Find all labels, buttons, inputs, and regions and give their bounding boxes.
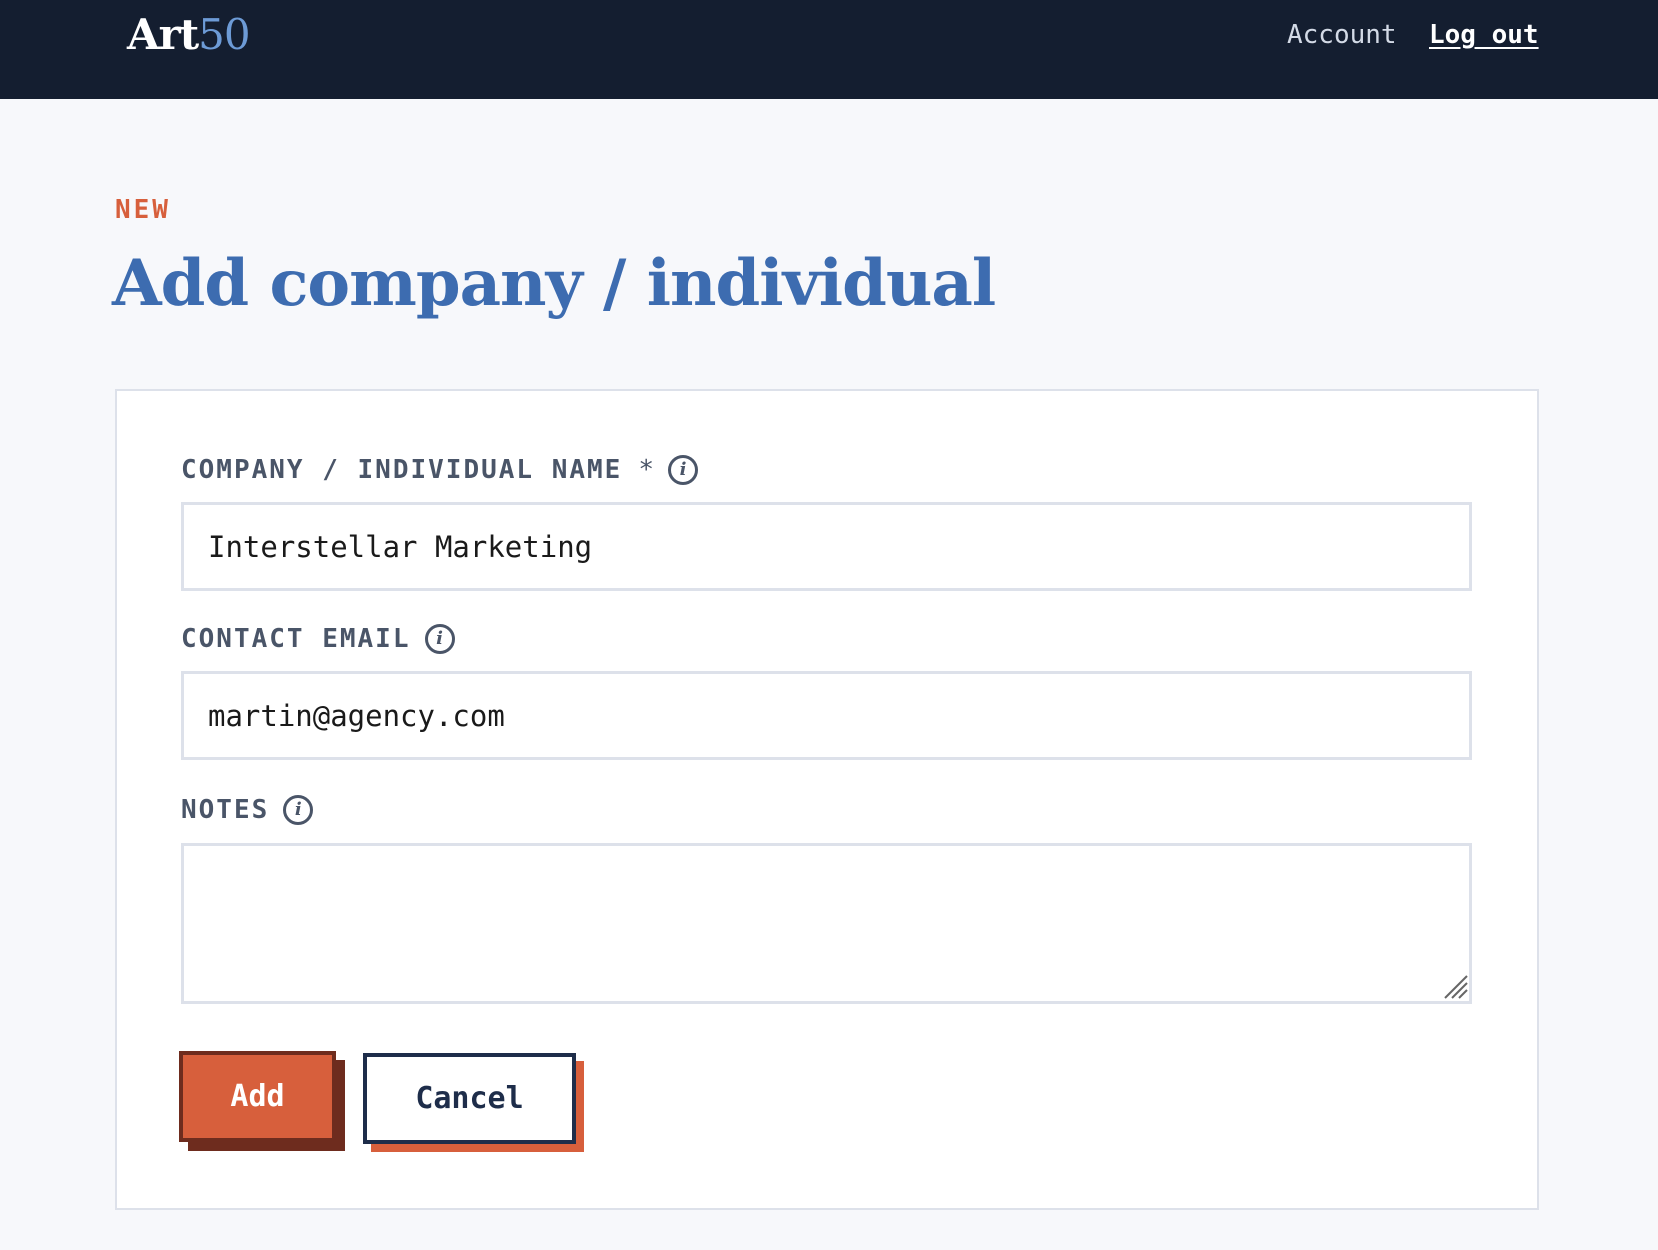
notes-field-label: NOTES i bbox=[181, 794, 314, 826]
notes-textarea[interactable] bbox=[181, 843, 1472, 1004]
info-icon[interactable]: i bbox=[283, 795, 314, 825]
page-eyebrow: NEW bbox=[115, 195, 171, 225]
name-input[interactable] bbox=[181, 502, 1472, 591]
resize-handle-icon[interactable] bbox=[1443, 974, 1469, 1000]
required-marker: * bbox=[638, 455, 654, 485]
logout-link[interactable]: Log out bbox=[1429, 18, 1539, 52]
name-label-text: COMPANY / INDIVIDUAL NAME bbox=[181, 455, 623, 485]
add-button[interactable]: Add bbox=[179, 1051, 336, 1142]
info-icon[interactable]: i bbox=[424, 624, 455, 654]
logo-number: 50 bbox=[198, 10, 250, 59]
notes-label-text: NOTES bbox=[181, 795, 270, 825]
email-label-text: CONTACT EMAIL bbox=[181, 624, 411, 654]
cancel-button[interactable]: Cancel bbox=[363, 1053, 576, 1144]
email-input[interactable] bbox=[181, 671, 1472, 760]
name-field-label: COMPANY / INDIVIDUAL NAME * i bbox=[181, 454, 698, 486]
logo-text: Art bbox=[127, 10, 199, 59]
page-title: Add company / individual bbox=[112, 246, 996, 321]
info-icon[interactable]: i bbox=[668, 455, 698, 485]
account-link[interactable]: Account bbox=[1287, 18, 1397, 52]
top-navbar: Art50 Account Log out bbox=[0, 0, 1658, 99]
email-field-label: CONTACT EMAIL i bbox=[181, 623, 455, 655]
app-logo[interactable]: Art50 bbox=[127, 10, 251, 60]
